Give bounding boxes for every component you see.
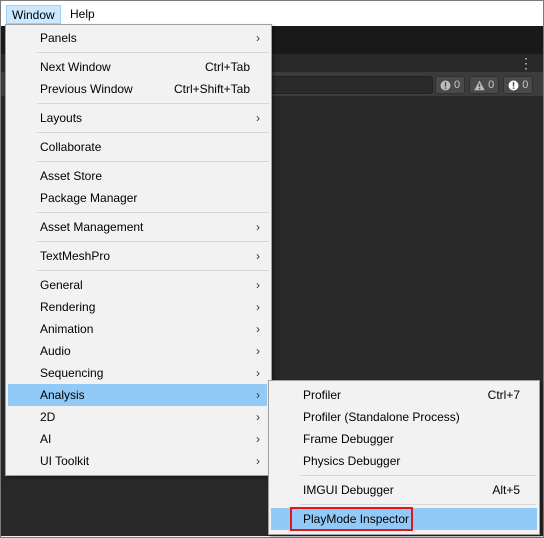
menu-separator (37, 161, 269, 162)
info-count: 0 (454, 79, 461, 91)
menu-item-shortcut: Ctrl+Shift+Tab (173, 82, 250, 96)
menu-item-label: Next Window (40, 60, 111, 74)
menu-item-label: 2D (40, 410, 56, 424)
menu-item-asset-store[interactable]: Asset Store (8, 165, 267, 187)
menu-item-collaborate[interactable]: Collaborate (8, 136, 267, 158)
submenu-arrow-icon: › (256, 278, 260, 292)
menu-separator (37, 241, 269, 242)
menu-item-label: Audio (40, 344, 71, 358)
menu-item-sequencing[interactable]: Sequencing › (8, 362, 267, 384)
menu-item-label: Layouts (40, 111, 83, 125)
menu-window[interactable]: Window (6, 5, 61, 24)
menu-item-label: Animation (40, 322, 94, 336)
menu-item-profiler-standalone[interactable]: Profiler (Standalone Process) (271, 406, 537, 428)
menu-item-imgui-debugger[interactable]: IMGUI Debugger Alt+5 (271, 479, 537, 501)
menu-item-label: Collaborate (40, 140, 102, 154)
menu-item-next-window[interactable]: Next Window Ctrl+Tab (8, 56, 267, 78)
menu-item-label: Previous Window (40, 82, 133, 96)
submenu-arrow-icon: › (256, 454, 260, 468)
menu-item-label: Asset Store (40, 169, 103, 183)
menu-item-asset-management[interactable]: Asset Management › (8, 216, 267, 238)
menu-item-package-manager[interactable]: Package Manager (8, 187, 267, 209)
submenu-arrow-icon: › (256, 31, 260, 45)
menu-item-label: Profiler (303, 388, 342, 402)
menu-separator (37, 270, 269, 271)
menu-item-shortcut: Ctrl+7 (487, 388, 520, 402)
error-count-toggle[interactable]: 0 (503, 76, 534, 94)
menu-help[interactable]: Help (65, 5, 100, 24)
warning-icon (474, 80, 485, 90)
menu-item-2d[interactable]: 2D › (8, 406, 267, 428)
submenu-arrow-icon: › (256, 432, 260, 446)
submenu-arrow-icon: › (256, 388, 260, 402)
menu-item-ui-toolkit[interactable]: UI Toolkit › (8, 450, 267, 472)
console-counters: 0 0 0 (435, 76, 534, 94)
menu-item-shortcut: Alt+5 (492, 483, 520, 497)
menu-item-ai[interactable]: AI › (8, 428, 267, 450)
kebab-menu-icon[interactable]: ⋮ (519, 56, 533, 70)
window-menu: Panels › Next Window Ctrl+Tab Previous W… (5, 24, 272, 476)
menu-item-rendering[interactable]: Rendering › (8, 296, 267, 318)
menu-item-layouts[interactable]: Layouts › (8, 107, 267, 129)
menu-item-label: Asset Management (40, 220, 144, 234)
warning-count-toggle[interactable]: 0 (469, 76, 500, 94)
menu-item-label: AI (40, 432, 52, 446)
menu-item-label: Analysis (40, 388, 85, 402)
info-count-toggle[interactable]: 0 (435, 76, 466, 94)
submenu-arrow-icon: › (256, 111, 260, 125)
submenu-arrow-icon: › (256, 366, 260, 380)
menu-separator (37, 132, 269, 133)
menu-separator (37, 212, 269, 213)
menu-item-general[interactable]: General › (8, 274, 267, 296)
submenu-arrow-icon: › (256, 344, 260, 358)
annotation-highlight-box (290, 507, 413, 531)
menu-item-label: Sequencing (40, 366, 104, 380)
console-search-input[interactable] (269, 76, 433, 94)
menu-item-analysis[interactable]: Analysis › (8, 384, 267, 406)
menu-item-animation[interactable]: Animation › (8, 318, 267, 340)
submenu-arrow-icon: › (256, 220, 260, 234)
menu-item-textmeshpro[interactable]: TextMeshPro › (8, 245, 267, 267)
menu-item-label: General (40, 278, 83, 292)
menu-item-label: Rendering (40, 300, 96, 314)
menu-item-label: TextMeshPro (40, 249, 111, 263)
error-icon (508, 80, 519, 90)
menu-separator (37, 52, 269, 53)
submenu-arrow-icon: › (256, 322, 260, 336)
menu-item-label: Package Manager (40, 191, 138, 205)
menu-item-audio[interactable]: Audio › (8, 340, 267, 362)
menu-item-shortcut: Ctrl+Tab (204, 60, 250, 74)
menu-item-frame-debugger[interactable]: Frame Debugger (271, 428, 537, 450)
menu-item-physics-debugger[interactable]: Physics Debugger (271, 450, 537, 472)
menu-separator (300, 504, 536, 505)
error-count: 0 (522, 79, 529, 91)
warning-count: 0 (488, 79, 495, 91)
menu-item-previous-window[interactable]: Previous Window Ctrl+Shift+Tab (8, 78, 267, 100)
submenu-arrow-icon: › (256, 410, 260, 424)
menu-item-panels[interactable]: Panels › (8, 27, 267, 49)
menu-item-label: IMGUI Debugger (303, 483, 394, 497)
menu-item-label: Frame Debugger (303, 432, 394, 446)
submenu-arrow-icon: › (256, 249, 260, 263)
info-icon (440, 80, 451, 90)
menu-item-label: Panels (40, 31, 77, 45)
menu-separator (300, 475, 536, 476)
menu-item-profiler[interactable]: Profiler Ctrl+7 (271, 384, 537, 406)
menu-item-label: Physics Debugger (303, 454, 401, 468)
menu-item-label: Profiler (Standalone Process) (303, 410, 460, 424)
menu-separator (37, 103, 269, 104)
menu-item-label: UI Toolkit (40, 454, 90, 468)
submenu-arrow-icon: › (256, 300, 260, 314)
